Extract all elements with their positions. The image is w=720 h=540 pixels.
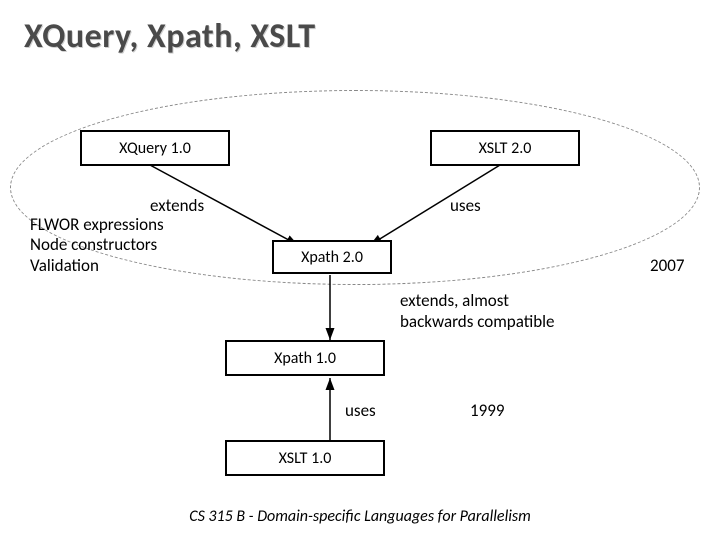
edge-label-xpath-extends: extends, almost backwards compatible: [400, 290, 555, 332]
edge-label-xquery-extends: extends: [150, 195, 204, 216]
node-xpath20-label: Xpath 2.0: [301, 248, 363, 267]
node-xslt10-label: XSLT 1.0: [279, 449, 332, 468]
node-xpath10-label: Xpath 1.0: [274, 349, 336, 368]
year-1999: 1999: [470, 400, 504, 421]
edge-label-xslt10-uses: uses: [345, 400, 376, 421]
year-2007: 2007: [650, 255, 684, 276]
node-xslt20: XSLT 2.0: [430, 130, 580, 166]
node-xpath20: Xpath 2.0: [272, 240, 392, 274]
node-xslt20-label: XSLT 2.0: [479, 139, 532, 158]
slide-footer: CS 315 B - Domain-specific Languages for…: [0, 507, 720, 526]
node-xslt10: XSLT 1.0: [225, 440, 385, 476]
node-xpath10: Xpath 1.0: [225, 340, 385, 376]
slide-title: XQuery, Xpath, XSLT: [24, 16, 316, 57]
node-xquery10: XQuery 1.0: [80, 130, 230, 166]
edge-label-xslt20-uses: uses: [450, 195, 481, 216]
slide-stage: XQuery, Xpath, XSLT XQuery 1.0 XSLT 2.0 …: [0, 0, 720, 540]
note-xquery-features: FLWOR expressions Node constructors Vali…: [30, 215, 164, 276]
node-xquery10-label: XQuery 1.0: [119, 139, 191, 158]
